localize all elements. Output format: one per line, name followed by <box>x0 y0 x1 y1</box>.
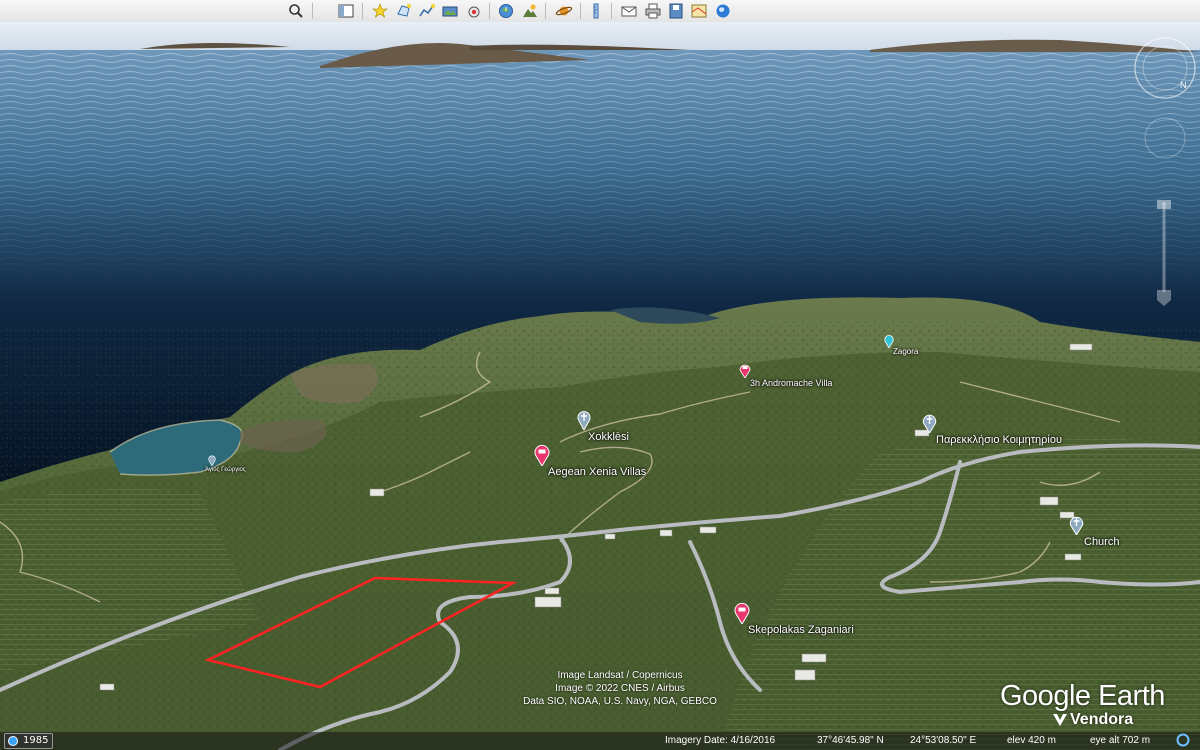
label-andromache[interactable]: 3h Andromache Villa <box>750 378 832 388</box>
church-pin-icon[interactable] <box>922 413 937 433</box>
toolbar <box>0 0 1200 23</box>
ruler-icon[interactable] <box>587 2 605 20</box>
image-overlay-icon[interactable] <box>441 2 459 20</box>
label-agios[interactable]: Άγιος Γεώργιος <box>205 467 246 473</box>
earth-icon[interactable] <box>714 2 732 20</box>
church-pin-icon[interactable] <box>577 410 591 430</box>
toolbar-separator <box>580 3 581 19</box>
villa-pin-icon[interactable] <box>739 362 751 378</box>
imagery-date: Imagery Date: 4/16/2016 <box>665 735 776 746</box>
search-icon[interactable] <box>287 2 305 20</box>
villa-pin-icon[interactable] <box>534 444 550 466</box>
google-earth-logo: Google Earth <box>1000 680 1165 712</box>
vendora-logo-icon <box>1053 714 1067 726</box>
historical-imagery-button[interactable]: 1985 <box>4 733 54 749</box>
toolbar-separator <box>312 3 313 19</box>
north-indicator: N <box>1180 80 1187 90</box>
sea-waves <box>0 52 1200 282</box>
clock-icon <box>8 736 18 746</box>
label-church[interactable]: Church <box>1084 536 1119 548</box>
placemark-icon[interactable] <box>371 2 389 20</box>
attribution-line-2: Image © 2022 CNES / Airbus <box>555 683 685 694</box>
map-view[interactable]: N <box>0 22 1200 750</box>
planets-icon[interactable] <box>555 2 573 20</box>
toolbar-separator <box>611 3 612 19</box>
sidebar-icon[interactable] <box>337 2 355 20</box>
latitude-readout: 37°46'45.98" N <box>817 735 884 746</box>
email-icon[interactable] <box>620 2 638 20</box>
print-icon[interactable] <box>644 2 662 20</box>
villa-pin-icon[interactable] <box>734 602 750 624</box>
save-image-icon[interactable] <box>667 2 685 20</box>
sunlight-icon[interactable] <box>521 2 539 20</box>
historical-year: 1985 <box>23 735 49 746</box>
streaming-status-icon <box>1176 733 1190 747</box>
zoom-slider-thumb <box>1157 200 1171 209</box>
label-parekklisio[interactable]: Παρεκκλήσιο Κοιμητηρίου <box>936 434 1062 446</box>
label-skepolakas[interactable]: Skepolakas Zaganiari <box>748 624 854 636</box>
elevation-readout: elev 420 m <box>1007 735 1056 746</box>
label-xokklesi[interactable]: Xokklēsi <box>588 431 629 443</box>
maps-icon[interactable] <box>690 2 708 20</box>
label-zagora[interactable]: Zagora <box>893 347 918 356</box>
historical-imagery-icon[interactable] <box>497 2 515 20</box>
status-bar: Imagery Date: 4/16/2016 37°46'45.98" N 2… <box>0 732 1200 750</box>
attribution-line-1: Image Landsat / Copernicus <box>557 670 683 681</box>
attribution-line-3: Data SIO, NOAA, U.S. Navy, NGA, GEBCO <box>523 696 717 707</box>
toolbar-separator <box>545 3 546 19</box>
label-aegean-xenia[interactable]: Aegean Xenia Villas <box>548 466 646 478</box>
zagora-pin-icon[interactable] <box>884 334 894 348</box>
eye-altitude-readout: eye alt 702 m <box>1090 735 1151 746</box>
polygon-icon[interactable] <box>395 2 413 20</box>
longitude-readout: 24°53'08.50" E <box>910 735 977 746</box>
record-tour-icon[interactable] <box>465 2 483 20</box>
path-icon[interactable] <box>418 2 436 20</box>
vendora-watermark: Vendora <box>1070 711 1134 728</box>
agios-pin-icon[interactable] <box>208 455 216 466</box>
church-pin-icon[interactable] <box>1069 515 1084 535</box>
toolbar-separator <box>362 3 363 19</box>
toolbar-separator <box>489 3 490 19</box>
